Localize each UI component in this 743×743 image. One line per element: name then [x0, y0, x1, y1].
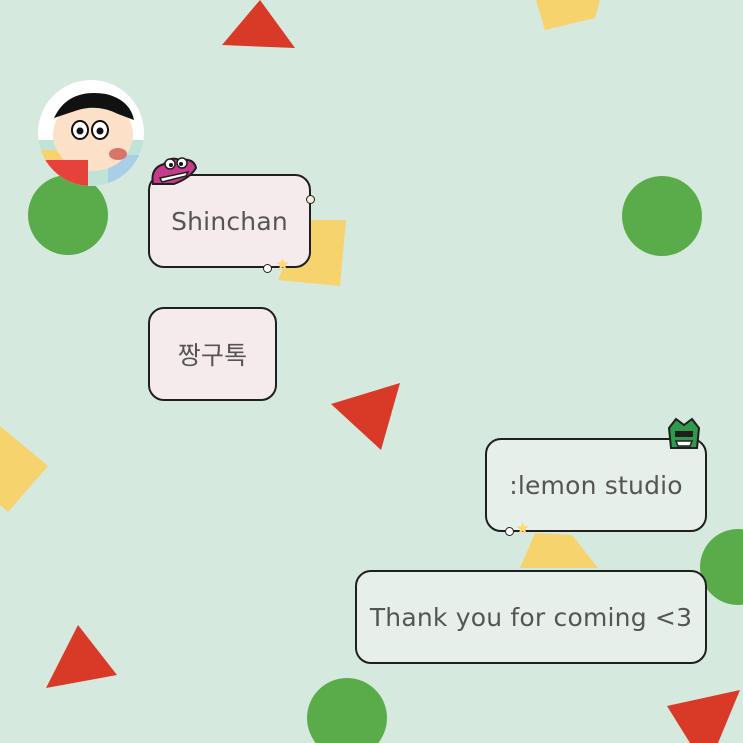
sender-name-text: Shinchan: [171, 206, 288, 236]
message-bubble-reply-message[interactable]: Thank you for coming <3: [355, 570, 707, 664]
decoration-dot: [505, 527, 514, 536]
decoration-dot: [263, 264, 272, 273]
reply-message-text: Thank you for coming <3: [369, 602, 693, 632]
reply-name-text: :lemon studio: [509, 470, 683, 500]
green-circle: [28, 175, 108, 255]
avatar[interactable]: [38, 80, 144, 186]
yellow-square: [0, 426, 48, 512]
star-icon: ★: [275, 255, 291, 275]
message-bubble-reply-name[interactable]: :lemon studio: [485, 438, 707, 532]
red-triangle: [331, 383, 400, 450]
red-triangle: [46, 625, 117, 688]
yellow-square: [520, 533, 598, 568]
shinchan-avatar-icon: [38, 93, 144, 186]
green-circle: [307, 678, 387, 743]
message-bubble-app-name[interactable]: 짱구톡: [148, 307, 277, 401]
app-name-text: 짱구톡: [177, 341, 248, 370]
red-triangle: [222, 0, 295, 48]
red-triangle: [667, 690, 740, 743]
green-circle: [622, 176, 702, 256]
star-icon: ★: [515, 519, 531, 539]
pink-crocodile-sticker-icon: [151, 157, 198, 185]
green-action-kamen-sticker-icon: [667, 417, 701, 449]
decoration-dot: [306, 195, 315, 204]
yellow-square: [536, 0, 600, 30]
